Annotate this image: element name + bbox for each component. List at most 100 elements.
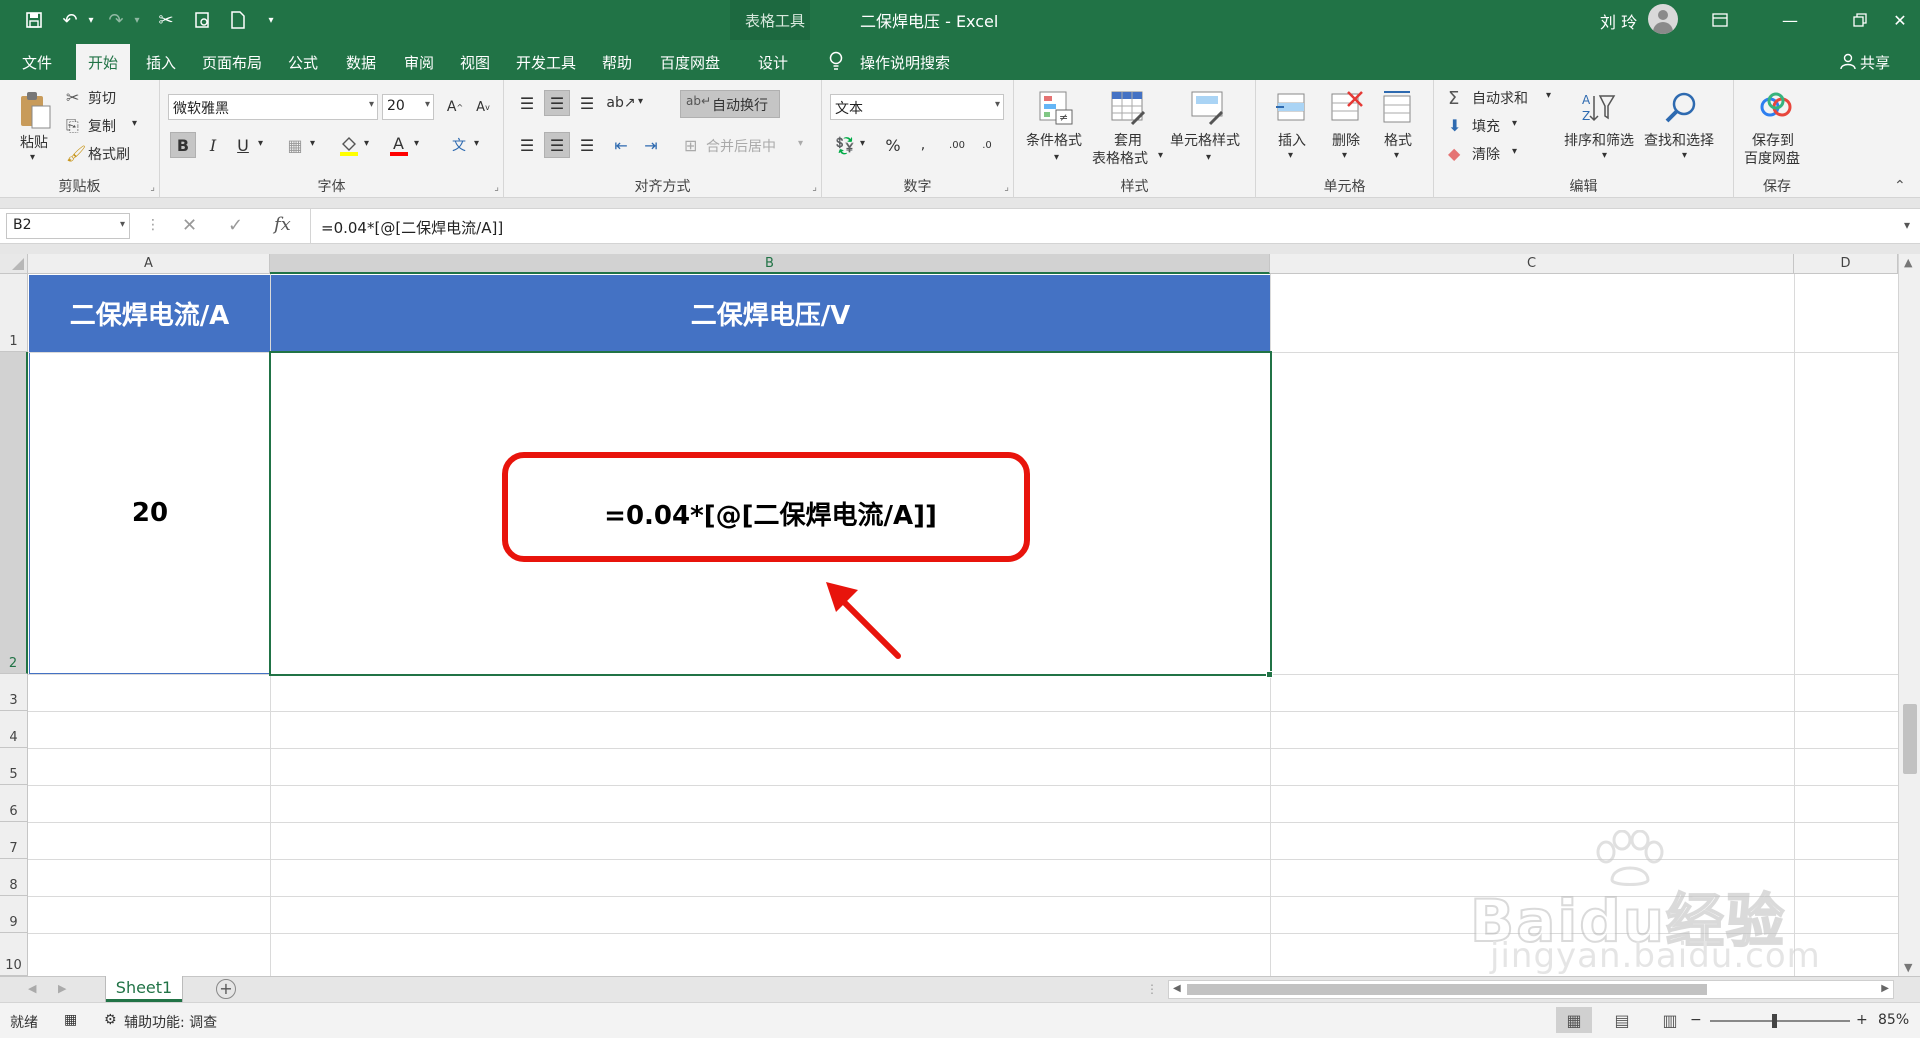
insert-cells-icon[interactable] <box>1274 90 1310 130</box>
fill-dropdown-icon[interactable]: ▾ <box>1512 118 1517 129</box>
orientation-icon[interactable]: ab↗ <box>606 90 635 116</box>
conditional-formatting-button[interactable]: 条件格式 <box>1026 130 1082 150</box>
sheet-next-icon[interactable]: ▶ <box>58 982 66 995</box>
cell-styles-dropdown-icon[interactable]: ▾ <box>1206 152 1211 163</box>
paste-button[interactable]: 粘贴 <box>20 132 48 152</box>
horizontal-scroll-thumb[interactable] <box>1187 984 1707 995</box>
name-box[interactable]: B2 ▾ <box>6 213 130 239</box>
tab-home[interactable]: 开始 <box>76 44 131 80</box>
row-header-8[interactable]: 8 <box>0 859 28 896</box>
row-header-3[interactable]: 3 <box>0 674 28 711</box>
formula-bar-grip-icon[interactable]: ⋮ <box>146 217 160 233</box>
cut-icon[interactable]: ✂ <box>154 8 178 32</box>
paste-icon[interactable] <box>18 90 52 134</box>
decrease-indent-icon[interactable]: ⇤ <box>608 132 634 158</box>
share-button[interactable]: 共享 <box>1860 52 1890 73</box>
format-painter-button[interactable]: 格式刷 <box>88 144 130 164</box>
format-cells-icon[interactable] <box>1380 90 1416 130</box>
redo-icon[interactable]: ↷ <box>104 8 128 32</box>
find-select-icon[interactable] <box>1664 90 1700 130</box>
tab-baidu-netdisk[interactable]: 百度网盘 <box>660 52 720 73</box>
row-header-6[interactable]: 6 <box>0 785 28 822</box>
tab-review[interactable]: 审阅 <box>404 52 434 73</box>
font-launcher-icon[interactable]: ⌟ <box>494 182 499 193</box>
scroll-left-icon[interactable]: ◀ <box>1173 983 1181 994</box>
enter-icon[interactable]: ✓ <box>228 215 243 236</box>
bold-button[interactable]: B <box>170 132 196 158</box>
borders-icon[interactable]: ▦ <box>282 132 308 158</box>
borders-dropdown-icon[interactable]: ▾ <box>310 138 315 149</box>
cell-styles-icon[interactable] <box>1190 90 1226 130</box>
cut-button[interactable]: 剪切 <box>88 88 116 108</box>
zoom-out-button[interactable]: − <box>1690 1012 1702 1028</box>
underline-button[interactable]: U <box>230 132 256 158</box>
italic-button[interactable]: I <box>200 132 226 158</box>
format-painter-icon[interactable]: 🖌 <box>66 144 86 163</box>
ribbon-display-icon[interactable] <box>1685 0 1755 40</box>
redo-dropdown-icon[interactable]: ▾ <box>132 8 142 32</box>
sort-filter-icon[interactable]: AZ <box>1580 90 1616 130</box>
minimize-icon[interactable]: — <box>1755 0 1825 40</box>
font-family-select[interactable]: 微软雅黑 ▾ <box>168 94 378 120</box>
increase-font-icon[interactable]: A ^ <box>442 94 468 120</box>
autosum-button[interactable]: 自动求和 <box>1472 88 1528 108</box>
accounting-dropdown-icon[interactable]: ▾ <box>860 138 865 149</box>
copy-dropdown-icon[interactable]: ▾ <box>132 118 137 129</box>
decrease-decimal-icon[interactable]: .0 <box>974 132 1000 158</box>
print-preview-icon[interactable] <box>190 8 214 32</box>
align-bottom-icon[interactable]: ☰ <box>574 90 600 116</box>
close-icon[interactable]: ✕ <box>1880 0 1920 40</box>
tab-design[interactable]: 设计 <box>758 52 788 73</box>
font-color-icon[interactable]: A <box>386 132 412 158</box>
baidu-netdisk-icon[interactable] <box>1758 92 1794 126</box>
merge-dropdown-icon[interactable]: ▾ <box>798 138 803 149</box>
row-header-1[interactable]: 1 <box>0 274 28 352</box>
zoom-level[interactable]: 85% <box>1878 1012 1909 1028</box>
autosum-dropdown-icon[interactable]: ▾ <box>1546 90 1551 101</box>
expand-formula-icon[interactable]: ▾ <box>1904 218 1910 232</box>
sort-filter-button[interactable]: 排序和筛选 <box>1564 130 1634 150</box>
font-size-select[interactable]: 20 ▾ <box>382 94 434 120</box>
align-center-icon[interactable]: ☰ <box>544 132 570 158</box>
row-header-4[interactable]: 4 <box>0 711 28 748</box>
cell-a2[interactable]: 20 <box>29 353 270 674</box>
percent-icon[interactable]: % <box>880 132 906 158</box>
save-icon[interactable] <box>22 8 46 32</box>
format-cells-dropdown-icon[interactable]: ▾ <box>1394 150 1399 161</box>
tab-formulas[interactable]: 公式 <box>288 52 318 73</box>
fill-handle[interactable] <box>1266 671 1273 678</box>
underline-dropdown-icon[interactable]: ▾ <box>258 138 263 149</box>
sort-filter-dropdown-icon[interactable]: ▾ <box>1602 150 1607 161</box>
clear-icon[interactable]: ◆ <box>1448 144 1460 163</box>
scroll-up-icon[interactable]: ▲ <box>1904 256 1912 269</box>
page-break-view-icon[interactable]: ▥ <box>1652 1007 1688 1033</box>
vertical-scroll-thumb[interactable] <box>1903 704 1917 774</box>
copy-button[interactable]: 复制 <box>88 116 116 136</box>
tab-file[interactable]: 文件 <box>22 52 52 73</box>
row-header-7[interactable]: 7 <box>0 822 28 859</box>
format-as-table-icon[interactable] <box>1110 90 1146 130</box>
user-name[interactable]: 刘 玲 <box>1600 9 1637 33</box>
macro-record-icon[interactable]: ▦ <box>64 1012 77 1028</box>
clear-dropdown-icon[interactable]: ▾ <box>1512 146 1517 157</box>
insert-cells-dropdown-icon[interactable]: ▾ <box>1288 150 1293 161</box>
phonetic-dropdown-icon[interactable]: ▾ <box>474 138 479 149</box>
orientation-dropdown-icon[interactable]: ▾ <box>638 96 643 107</box>
row-header-5[interactable]: 5 <box>0 748 28 785</box>
cell-b1[interactable]: 二保焊电压/V <box>271 275 1270 352</box>
undo-icon[interactable]: ↶ <box>58 8 82 32</box>
undo-dropdown-icon[interactable]: ▾ <box>86 8 96 32</box>
find-select-button[interactable]: 查找和选择 <box>1644 130 1714 150</box>
zoom-in-button[interactable]: + <box>1856 1012 1868 1028</box>
comma-style-icon[interactable]: , <box>910 132 936 158</box>
column-header-a[interactable]: A <box>28 254 270 274</box>
format-as-table-line2[interactable]: 表格格式 <box>1092 148 1148 168</box>
format-as-table-line1[interactable]: 套用 <box>1114 130 1142 150</box>
vertical-scrollbar[interactable]: ▲ ▼ <box>1898 254 1920 976</box>
worksheet-grid[interactable]: A B C D 1 2 3 4 5 6 7 8 9 10 二保焊电流/A 二保焊… <box>0 254 1898 976</box>
tab-data[interactable]: 数据 <box>346 52 376 73</box>
fill-icon[interactable]: ⬇ <box>1448 116 1461 135</box>
row-header-2[interactable]: 2 <box>0 352 28 674</box>
page-layout-view-icon[interactable]: ▤ <box>1604 1007 1640 1033</box>
name-box-dropdown-icon[interactable]: ▾ <box>120 219 125 230</box>
